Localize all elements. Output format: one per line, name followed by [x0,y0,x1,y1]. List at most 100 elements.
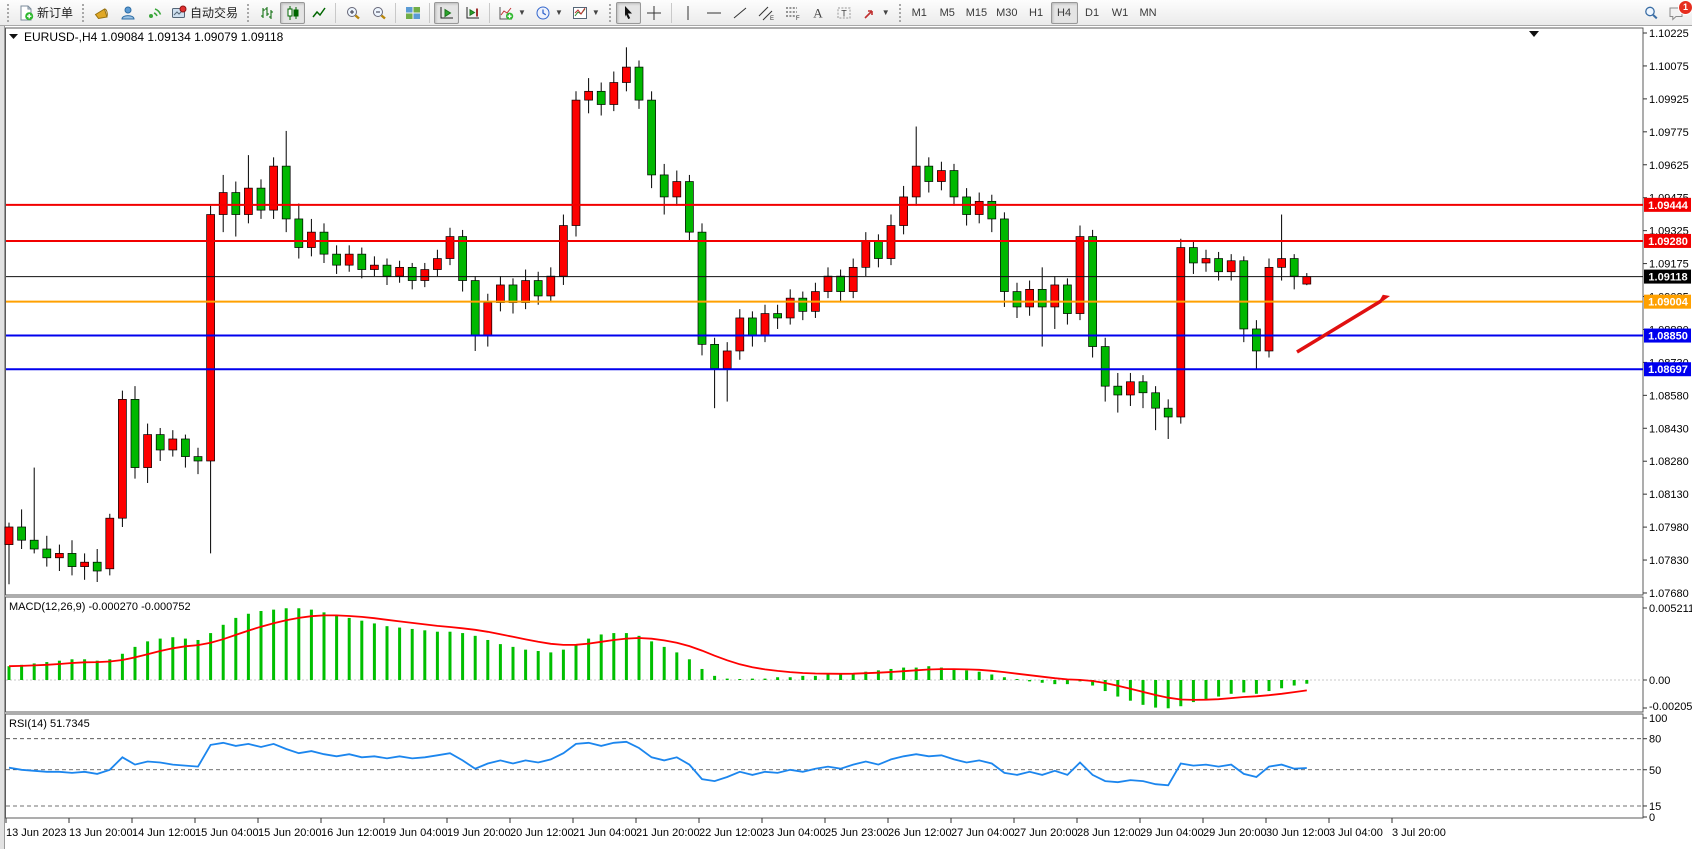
search-button[interactable] [1638,2,1663,24]
bear-candle [471,281,479,336]
auto-scroll-button[interactable] [434,2,459,24]
time-tick-label: 13 Jun 2023 [6,827,67,839]
bear-candle [131,399,139,467]
toolbar-grip[interactable] [609,4,611,22]
bar-chart-button[interactable] [254,2,279,24]
trendline-tool-button[interactable] [728,2,753,24]
timeframe-D1[interactable]: D1 [1079,2,1106,24]
indicators-button[interactable]: ▼ [494,2,530,24]
periods-button[interactable]: ▼ [531,2,567,24]
macd-label: MACD(12,26,9) -0.000270 -0.000752 [9,601,191,613]
bear-candle [30,540,38,549]
text-tool-button[interactable]: A [806,2,831,24]
timeframe-MN[interactable]: MN [1135,2,1162,24]
symbol-dropdown-icon[interactable] [9,34,18,39]
notifications-button[interactable]: 1 [1664,2,1689,24]
bull-candle [862,241,870,267]
hline-1.09118[interactable]: 1.09118 [6,270,1691,284]
timeframe-W1[interactable]: W1 [1107,2,1134,24]
ohlc-bars-icon [259,5,275,21]
community-button[interactable] [115,2,140,24]
channel-tool-button[interactable]: E [754,2,779,24]
time-axis[interactable]: 13 Jun 202313 Jun 20:0014 Jun 12:0015 Ju… [6,818,1446,839]
bull-candle [496,285,504,303]
signals-button[interactable] [141,2,166,24]
arrows-tool-button[interactable]: ▼ [858,2,894,24]
candlestick-chart-button[interactable] [280,2,305,24]
bear-candle [635,67,643,100]
crosshair-icon [646,5,662,21]
bull-candle [547,276,555,296]
chart-area[interactable]: 1.102251.100751.099251.097751.096251.094… [0,26,1692,849]
scale-marker-icon[interactable] [1529,31,1539,37]
toolbar-grip[interactable] [247,4,249,22]
crosshair-button[interactable] [642,2,667,24]
zoom-in-button[interactable] [340,2,365,24]
bear-candle [68,553,76,566]
time-tick-label: 15 Jun 04:00 [195,827,259,839]
bull-candle [761,314,769,336]
zoom-in-icon [345,5,361,21]
bear-candle [660,175,668,197]
bull-candle [144,435,152,468]
fibonacci-tool-button[interactable]: F [780,2,805,24]
macd-axis-label: -0.00205 [1649,701,1692,713]
time-tick-label: 22 Jun 12:00 [699,827,763,839]
time-tick-label: 19 Jun 20:00 [447,827,511,839]
toolbar-grip[interactable] [82,4,84,22]
add-indicator-icon [498,5,514,21]
cursor-button[interactable] [616,2,641,24]
timeframe-M15[interactable]: M15 [962,2,991,24]
templates-button[interactable]: ▼ [568,2,604,24]
toolbar-grip[interactable] [7,4,9,22]
timeframe-H1[interactable]: H1 [1023,2,1050,24]
hline-1.09280[interactable]: 1.09280 [6,234,1691,248]
clock-icon [535,5,551,21]
text-label-icon: T [836,5,852,21]
trend-arrow-annotation[interactable] [1297,295,1390,352]
main-pane-border [6,28,1644,595]
horizontal-line-tool-button[interactable] [702,2,727,24]
price-tag-label: 1.08850 [1648,331,1688,343]
price-axis[interactable]: 1.102251.100751.099251.097751.096251.094… [1643,28,1689,600]
megaphone-icon [94,5,110,21]
hline-1.08850[interactable]: 1.08850 [6,329,1691,343]
bull-candle [1026,289,1034,307]
new-order-button[interactable]: 新订单 [14,2,77,24]
bull-candle [610,83,618,105]
bear-candle [698,232,706,344]
timeframe-M5[interactable]: M5 [934,2,961,24]
bear-candle [685,182,693,233]
text-label-tool-button[interactable]: T [832,2,857,24]
search-icon [1643,5,1659,21]
timeframe-M30[interactable]: M30 [992,2,1021,24]
rsi-indicator: RSI(14) 51.73451008050150 [6,713,1667,824]
person-icon [120,5,136,21]
chart-shift-button[interactable] [460,2,485,24]
time-tick-label: 16 Jun 12:00 [321,827,385,839]
dropdown-caret-icon: ▼ [592,8,600,17]
bull-candle [1202,259,1210,263]
bull-candle [1051,285,1059,307]
notification-badge: 1 [1678,0,1692,15]
vertical-line-tool-button[interactable] [676,2,701,24]
publisher-button[interactable] [89,2,114,24]
timeframe-H4[interactable]: H4 [1051,2,1078,24]
timeframe-M1[interactable]: M1 [906,2,933,24]
hline-1.09004[interactable]: 1.09004 [6,295,1691,309]
line-chart-button[interactable] [306,2,331,24]
price-tick-label: 1.08280 [1649,456,1689,468]
autotrading-button[interactable]: 自动交易 [167,2,242,24]
rsi-pane-border [6,714,1644,818]
toolbar-grip[interactable] [899,4,901,22]
bull-candle [1227,261,1235,272]
price-tag-label: 1.09444 [1648,200,1689,212]
tile-windows-button[interactable] [400,2,425,24]
timeframe-group: M1M5M15M30H1H4D1W1MN [906,2,1162,24]
hline-1.08697[interactable]: 1.08697 [6,362,1691,376]
candlestick-icon [285,5,301,21]
time-tick-label: 23 Jun 04:00 [762,827,826,839]
zoom-out-button[interactable] [366,2,391,24]
bull-candle [244,188,252,214]
tile-windows-icon [405,5,421,21]
